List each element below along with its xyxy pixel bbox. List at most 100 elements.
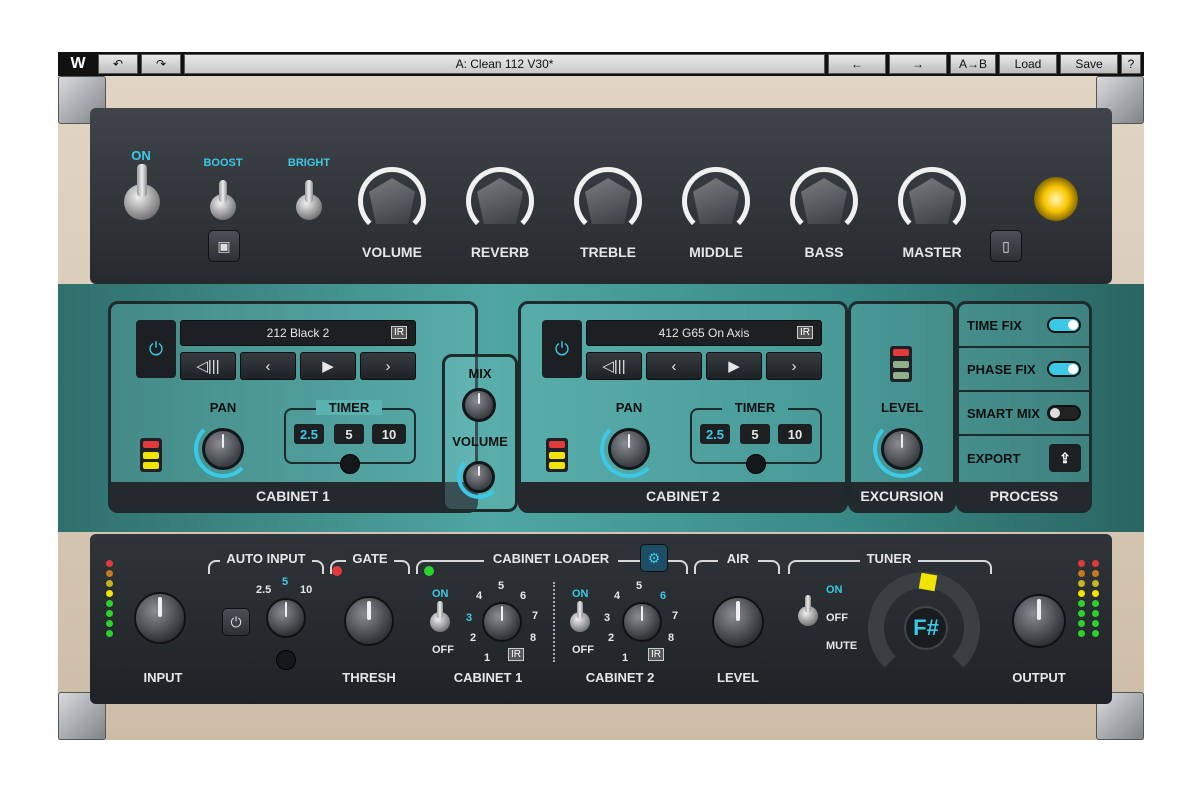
smart-mix-switch[interactable]	[1047, 405, 1081, 421]
reverb-knob[interactable]	[466, 167, 534, 235]
ab-compare-button[interactable]: A→B	[950, 54, 996, 74]
cabinet-2-timer-dot[interactable]	[746, 454, 766, 474]
cabinet-2-next-icon[interactable]: ›	[766, 352, 822, 380]
pedal-icon[interactable]: ▣	[208, 230, 240, 262]
cabinet-2-prev-icon[interactable]: ‹	[646, 352, 702, 380]
cabinet-1-timer-5[interactable]: 5	[334, 424, 364, 444]
cab1-num-1: 1	[484, 652, 491, 664]
cabinet-2-timer-2-5[interactable]: 2.5	[700, 424, 730, 444]
process-panel: TIME FIX PHASE FIX SMART MIX EXPORT ⇪ PRO…	[956, 301, 1092, 513]
input-knob[interactable]	[134, 592, 186, 644]
phase-fix-label: PHASE FIX	[967, 361, 1036, 377]
cab2-num-8: 8	[668, 632, 675, 644]
air-level-knob[interactable]	[712, 596, 764, 648]
gate-led	[332, 566, 342, 576]
cabinet-1-waveform-icon[interactable]: ◁|||	[180, 352, 236, 380]
cabinet-1-pan-knob[interactable]	[202, 428, 244, 470]
boost-label: BOOST	[203, 157, 243, 169]
cabinet-2-play-icon[interactable]: ▶	[706, 352, 762, 380]
next-preset-button[interactable]: →	[889, 54, 947, 74]
volume-label: VOLUME	[362, 244, 422, 260]
output-meter-left	[1078, 560, 1085, 637]
mix-volume-knob[interactable]	[463, 461, 495, 493]
cab1-num-3: 3	[466, 612, 473, 624]
power-toggle[interactable]	[124, 164, 160, 220]
thresh-knob[interactable]	[344, 596, 394, 646]
cab2-loader-knob[interactable]	[622, 602, 662, 642]
export-icon[interactable]: ⇪	[1049, 444, 1081, 472]
mix-volume-label: VOLUME	[452, 434, 508, 449]
auto-input-dot[interactable]	[276, 650, 296, 670]
cabinet-1-prev-icon[interactable]: ‹	[240, 352, 296, 380]
cabinet-1-power-icon[interactable]: ⏻	[136, 320, 176, 378]
excursion-level-knob[interactable]	[881, 428, 923, 470]
help-button[interactable]: ?	[1121, 54, 1141, 74]
cabinet-2-timer-5[interactable]: 5	[740, 424, 770, 444]
auto-input-power-icon[interactable]: ⏻	[222, 608, 250, 636]
cabinet-2-timer-10[interactable]: 10	[778, 424, 812, 444]
prev-preset-button[interactable]: ←	[828, 54, 886, 74]
cabinet-loader-label: CABINET LOADER	[484, 551, 618, 566]
waves-logo-icon: W	[70, 55, 86, 72]
output-label: OUTPUT	[1012, 670, 1066, 685]
mix-knob[interactable]	[462, 388, 496, 422]
cabinet-2-power-icon[interactable]: ⏻	[542, 320, 582, 378]
time-fix-switch[interactable]	[1047, 317, 1081, 333]
cabinet-1-pan-label: PAN	[209, 400, 237, 415]
auto-input-2-5: 2.5	[256, 584, 272, 596]
cabinet-1-ir-name[interactable]: 212 Black 2 IR	[180, 320, 416, 346]
bright-toggle[interactable]	[296, 179, 322, 220]
cabinet-1-timer-10[interactable]: 10	[372, 424, 406, 444]
tuner-label: TUNER	[860, 551, 918, 566]
tuner-mode-toggle[interactable]	[798, 595, 818, 626]
cab2-num-6: 6	[660, 590, 667, 602]
auto-input-label: AUTO INPUT	[220, 551, 312, 566]
treble-knob[interactable]	[574, 167, 642, 235]
cab1-num-7: 7	[532, 610, 539, 622]
cabinet-2-pan-knob[interactable]	[608, 428, 650, 470]
cab1-num-5: 5	[498, 580, 505, 592]
cabinet-loader-gear-icon[interactable]: ⚙	[640, 544, 668, 572]
input-label: INPUT	[143, 670, 183, 685]
loader-cabinet-2-label: CABINET 2	[585, 670, 655, 685]
pilot-lamp	[1034, 177, 1078, 221]
cabinet-loader-led	[424, 566, 434, 576]
cabinet-1-footer: CABINET 1	[111, 482, 475, 510]
volume-knob[interactable]	[358, 167, 426, 235]
phase-fix-switch[interactable]	[1047, 361, 1081, 377]
smart-mix-row: SMART MIX	[959, 392, 1089, 436]
auto-input-knob[interactable]	[266, 598, 306, 638]
middle-knob[interactable]	[682, 167, 750, 235]
bass-knob[interactable]	[790, 167, 858, 235]
tuner-off-label: OFF	[826, 612, 848, 624]
redo-button[interactable]: ↷	[141, 54, 181, 74]
cabinet-2-waveform-icon[interactable]: ◁|||	[586, 352, 642, 380]
cab2-num-2: 2	[608, 632, 615, 644]
input-meter	[106, 560, 113, 637]
bass-label: BASS	[804, 244, 844, 260]
output-knob[interactable]	[1012, 594, 1066, 648]
cab2-on-label: ON	[572, 588, 589, 600]
tube-icon[interactable]: ▯	[990, 230, 1022, 262]
cab1-loader-toggle[interactable]	[430, 601, 450, 632]
loader-divider	[553, 582, 555, 662]
save-button[interactable]: Save	[1060, 54, 1118, 74]
cab1-num-4: 4	[476, 590, 483, 602]
cab1-loader-knob[interactable]	[482, 602, 522, 642]
process-footer: PROCESS	[959, 482, 1089, 510]
boost-toggle[interactable]	[210, 179, 236, 220]
excursion-led-meter	[890, 346, 912, 382]
export-label: EXPORT	[967, 450, 1021, 466]
undo-button[interactable]: ↶	[98, 54, 138, 74]
master-knob[interactable]	[898, 167, 966, 235]
preset-name-field[interactable]: A: Clean 112 V30*	[184, 54, 825, 74]
load-button[interactable]: Load	[999, 54, 1057, 74]
cab2-loader-toggle[interactable]	[570, 601, 590, 632]
cabinet-1-timer-2-5[interactable]: 2.5	[294, 424, 324, 444]
cabinet-2-ir-name[interactable]: 412 G65 On Axis IR	[586, 320, 822, 346]
cabinet-1-play-icon[interactable]: ▶	[300, 352, 356, 380]
cab2-num-7: 7	[672, 610, 679, 622]
cabinet-1-timer-dot[interactable]	[340, 454, 360, 474]
cabinet-1-next-icon[interactable]: ›	[360, 352, 416, 380]
gate-label: GATE	[346, 551, 394, 566]
